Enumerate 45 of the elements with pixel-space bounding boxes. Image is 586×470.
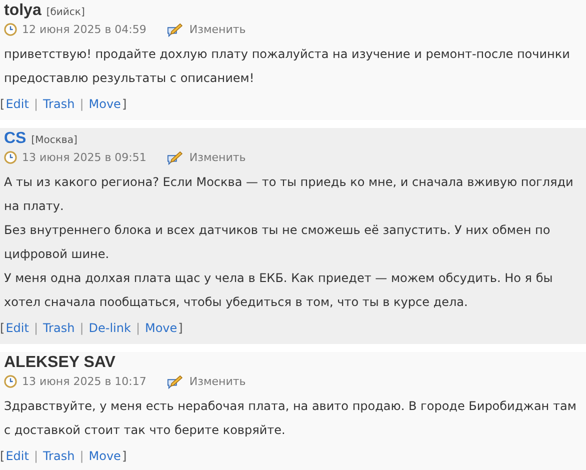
action-link[interactable]: Trash <box>42 92 75 116</box>
bracket: ] <box>122 448 127 465</box>
author-location: [Москва] <box>31 135 78 146</box>
link-separator: | <box>80 448 84 465</box>
action-link[interactable]: Move <box>88 444 121 468</box>
comment-text: приветствую! продайте дохлую плату пожалуйста на изучение и ремонт-после починки предоставлю результаты с описанием! <box>4 46 571 87</box>
action-link[interactable]: Trash <box>42 444 75 468</box>
comment-text: Без внутреннего блока и всех датчиков ты не сможешь её запустить. У них обмен по цифровой шине. <box>4 222 552 263</box>
author-location: [бийск] <box>46 7 85 18</box>
edit-link[interactable]: Изменить <box>189 22 246 36</box>
comment-author[interactable]: CS <box>4 130 26 148</box>
comment-author[interactable]: ALEKSEY SAV <box>4 354 116 372</box>
action-link[interactable]: Move <box>144 316 178 340</box>
comment-text: Здравствуйте, у меня есть нерабочая плата, на авито продаю. В городе Биробиджан там с доставкой стоит так что берите ковряйте. <box>4 398 578 439</box>
pencil-icon[interactable] <box>166 374 184 388</box>
edit-link[interactable]: Изменить <box>189 150 246 164</box>
link-separator: | <box>34 320 38 337</box>
comment-date: 13 июня 2025 в 10:17 <box>22 374 146 388</box>
action-link[interactable]: Move <box>88 92 121 116</box>
clock-icon <box>4 374 17 388</box>
comment-author[interactable]: tolya <box>4 2 42 20</box>
action-link[interactable]: De-link <box>88 316 131 340</box>
comment-date: 12 июня 2025 в 04:59 <box>22 22 146 36</box>
pencil-icon[interactable] <box>166 150 184 164</box>
action-link[interactable]: Edit <box>6 444 29 468</box>
comment-text: У меня одна долхая плата щас у чела в ЕКБ. Как приедет — можем обсудить. Но я бы хотел сначала пообщаться, чтобы убедиться в том, что ты в курсе дела. <box>4 270 554 311</box>
action-link[interactable]: Edit <box>6 316 29 340</box>
bracket: [ <box>0 320 5 337</box>
link-separator: | <box>80 96 84 113</box>
comment-text: А ты из какого региона? Если Москва — то ты приедь ко мне, и сначала вживую погляди на плату. <box>4 174 574 215</box>
bracket: ] <box>178 320 183 337</box>
comment-date: 13 июня 2025 в 09:51 <box>22 150 146 164</box>
bracket: [ <box>0 448 5 465</box>
bracket: [ <box>0 96 5 113</box>
link-separator: | <box>136 320 140 337</box>
link-separator: | <box>80 320 84 337</box>
action-link[interactable]: Trash <box>42 316 75 340</box>
link-separator: | <box>34 448 38 465</box>
clock-icon <box>4 22 17 36</box>
action-link[interactable]: Edit <box>6 92 29 116</box>
bracket: ] <box>122 96 127 113</box>
link-separator: | <box>34 96 38 113</box>
clock-icon <box>4 150 17 164</box>
edit-link[interactable]: Изменить <box>189 374 246 388</box>
pencil-icon[interactable] <box>166 22 184 36</box>
